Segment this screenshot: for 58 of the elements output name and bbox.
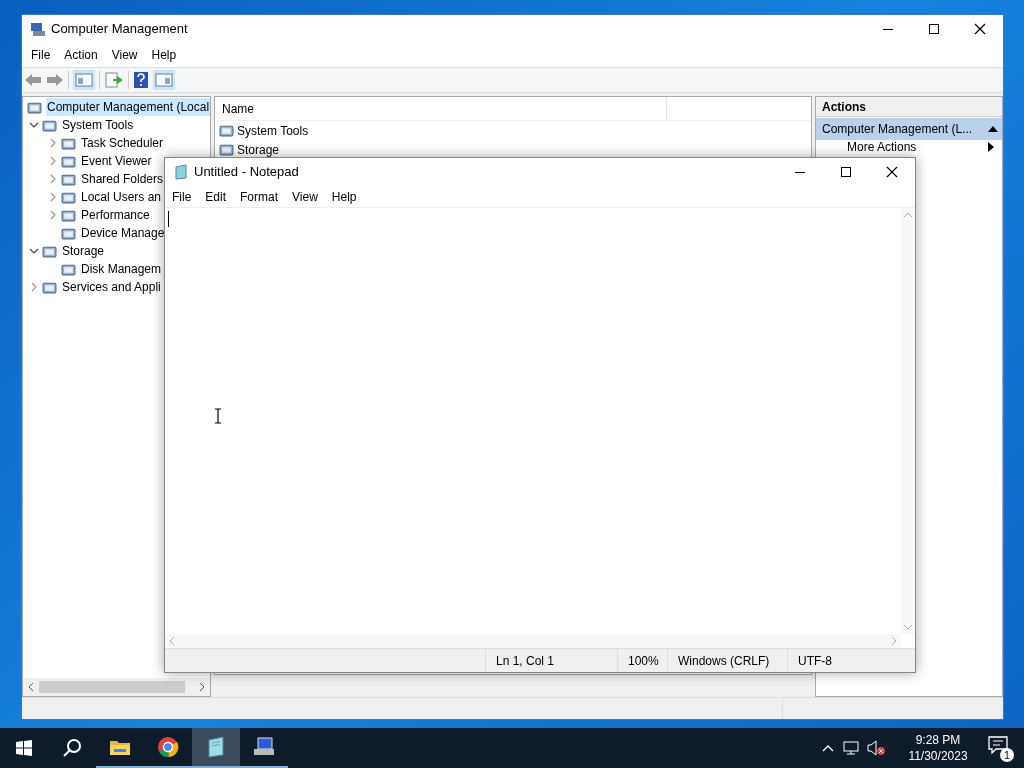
scroll-down-icon[interactable] xyxy=(903,624,913,630)
muted-speaker-icon[interactable] xyxy=(866,740,886,756)
tree-item[interactable]: Disk Managem xyxy=(80,260,163,278)
clock-time[interactable]: 9:28 PM xyxy=(915,732,961,748)
status-field: 100% xyxy=(617,649,667,672)
close-icon[interactable] xyxy=(886,166,898,178)
help-icon[interactable] xyxy=(133,71,149,89)
export-icon[interactable] xyxy=(104,71,124,89)
notepad-icon xyxy=(173,164,189,180)
tree-item[interactable]: Services and Appli xyxy=(61,278,162,296)
tree-item[interactable]: Task Scheduler xyxy=(80,134,165,152)
menu-item[interactable]: Action xyxy=(57,46,105,64)
menu-item[interactable]: Help xyxy=(324,187,364,206)
list-item[interactable]: Storage xyxy=(237,140,280,159)
scroll-up-icon[interactable] xyxy=(903,212,913,218)
menu-item[interactable]: Help xyxy=(144,46,184,64)
collapse-icon[interactable] xyxy=(988,126,998,132)
menu-item[interactable]: Format xyxy=(233,187,286,206)
menu-item[interactable]: Edit xyxy=(198,187,234,206)
vertical-scrollbar[interactable] xyxy=(901,208,915,634)
chrome-icon xyxy=(156,735,180,759)
close-icon[interactable] xyxy=(974,23,986,35)
tree-item[interactable]: Event Viewer xyxy=(80,152,153,170)
windows-start-icon[interactable] xyxy=(16,740,32,756)
taskbar-app-button[interactable] xyxy=(192,728,240,768)
actions-header: Actions xyxy=(816,97,1002,117)
column-header[interactable]: Name xyxy=(222,99,254,118)
tree-item[interactable]: Local Users an xyxy=(80,188,163,206)
status-field: UTF-8 xyxy=(787,649,887,672)
action-link[interactable]: More Actions xyxy=(847,140,917,154)
i-beam-pointer-icon xyxy=(214,408,222,424)
status-field: Windows (CRLF) xyxy=(667,649,787,672)
chevron-up-icon[interactable] xyxy=(822,744,834,752)
text-cursor xyxy=(168,211,169,227)
window-title: Computer Management xyxy=(51,20,188,39)
menu-item[interactable]: File xyxy=(24,46,58,64)
list-item[interactable]: System Tools xyxy=(237,121,309,140)
forward-arrow-icon[interactable] xyxy=(46,73,64,87)
status-field: Ln 1, Col 1 xyxy=(485,649,617,672)
menu-item[interactable]: View xyxy=(104,46,145,64)
tree-item[interactable]: Computer Management (Local xyxy=(46,98,210,116)
submenu-arrow-icon[interactable] xyxy=(988,142,994,152)
tree-item[interactable]: Storage xyxy=(61,242,106,260)
tree-item[interactable]: Shared Folders xyxy=(80,170,165,188)
search-icon[interactable] xyxy=(62,738,82,758)
console-tree-icon[interactable] xyxy=(73,70,95,90)
tree-item[interactable]: System Tools xyxy=(61,116,135,134)
window-title: Untitled - Notepad xyxy=(194,163,299,182)
tree-item[interactable]: Device Manage xyxy=(80,224,166,242)
back-arrow-icon[interactable] xyxy=(24,73,42,87)
computer-icon xyxy=(30,21,46,37)
actions-group-header[interactable]: Computer Management (L... xyxy=(816,118,1002,140)
network-icon[interactable] xyxy=(842,740,860,756)
clock-date[interactable]: 11/30/2023 xyxy=(908,748,968,764)
menu-item[interactable]: File xyxy=(165,187,199,206)
tree-item[interactable]: Performance xyxy=(80,206,151,224)
menu-item[interactable]: View xyxy=(285,187,325,206)
horizontal-scrollbar[interactable] xyxy=(23,678,210,696)
